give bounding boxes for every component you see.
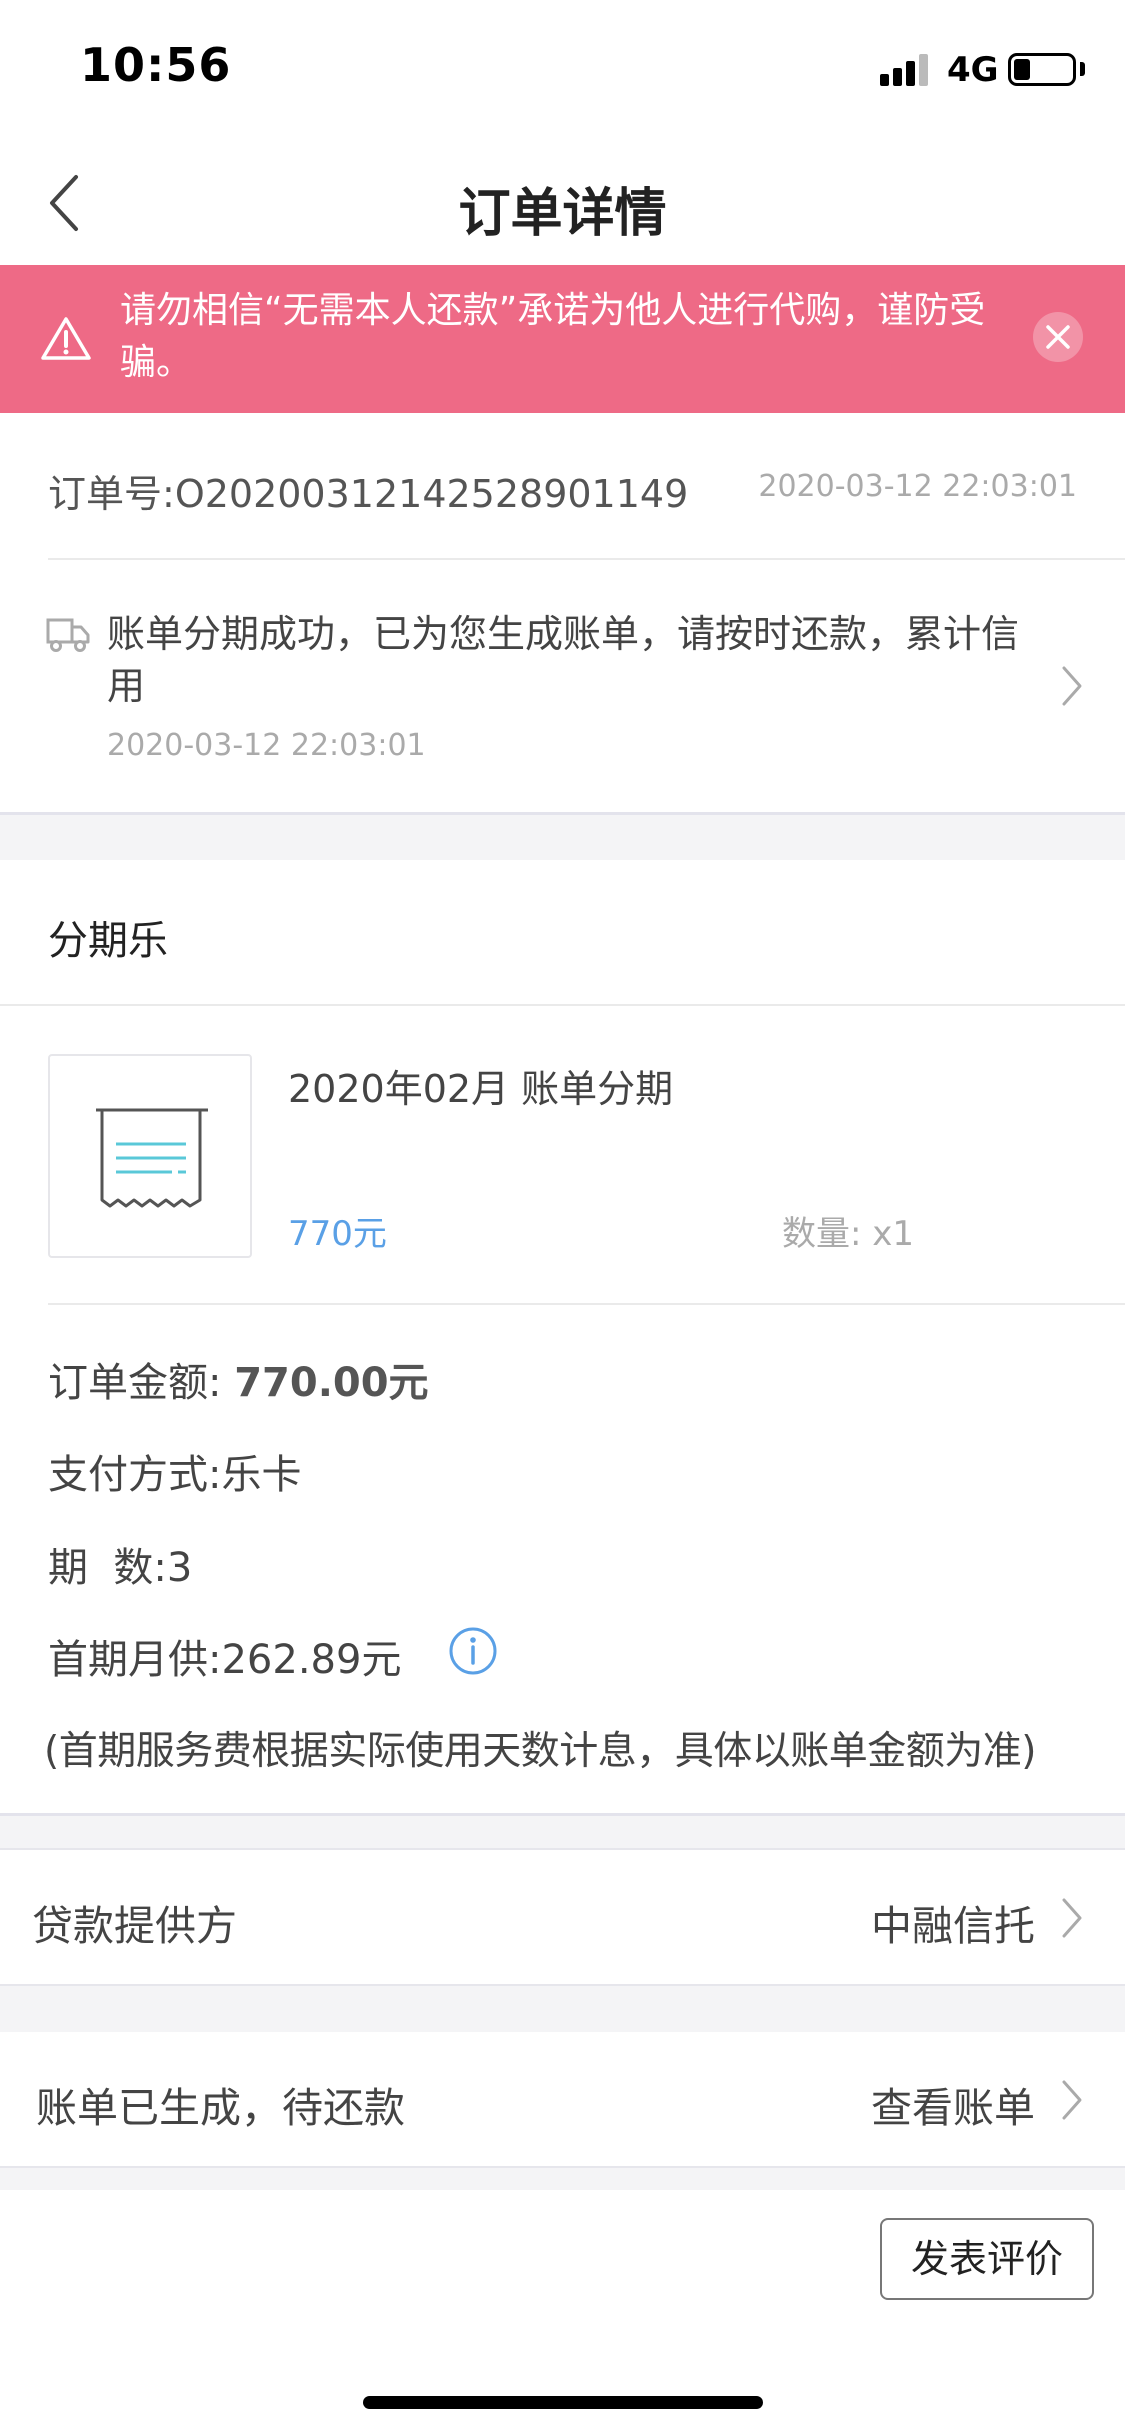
periods-row: 期 数:3: [48, 1535, 192, 1593]
order-number-label: 订单号:: [48, 472, 175, 516]
chevron-right-icon: [1060, 664, 1084, 708]
order-number-row: 订单号:O20200312142528901149 2020-03-12 22:…: [0, 413, 1125, 558]
section-gap: [0, 1986, 1125, 2032]
battery-icon: [1008, 53, 1076, 86]
review-button[interactable]: 发表评价: [880, 2218, 1094, 2300]
section-gap: [0, 2168, 1125, 2190]
view-bill-link[interactable]: 查看账单: [871, 2074, 1035, 2134]
product-thumbnail: [48, 1054, 252, 1258]
section-gap: [0, 815, 1125, 860]
order-time: 2020-03-12 22:03:01: [758, 469, 1077, 504]
status-time: 10:56: [80, 38, 232, 92]
product-item[interactable]: 2020年02月 账单分期 770元 数量: x1: [0, 1006, 1125, 1303]
close-icon[interactable]: [1033, 312, 1083, 362]
order-amount-row: 订单金额: 770.00元: [48, 1350, 429, 1408]
bill-status-row[interactable]: 账单已生成，待还款 查看账单: [0, 2032, 1125, 2166]
chevron-right-icon: [1060, 1896, 1084, 1940]
order-status-row[interactable]: 账单分期成功，已为您生成账单，请按时还款，累计信用 2020-03-12 22:…: [0, 560, 1125, 812]
order-amount-value: 770.00元: [234, 1360, 429, 1406]
nav-bar: 订单详情: [0, 135, 1125, 265]
product-title: 2020年02月 账单分期: [288, 1067, 674, 1111]
warning-text: 请勿相信“无需本人还款”承诺为他人进行代购，谨防受骗。: [120, 290, 986, 383]
periods-value: 3: [166, 1545, 193, 1591]
shop-row: 分期乐: [0, 860, 1125, 1006]
first-payment-label: 首期月供:: [48, 1637, 222, 1683]
order-number-value: O20200312142528901149: [174, 472, 689, 516]
payment-method-label: 支付方式:: [48, 1452, 222, 1498]
periods-label: 期 数:: [48, 1545, 167, 1591]
payment-method-row: 支付方式:乐卡: [48, 1442, 301, 1500]
truck-icon: [46, 614, 90, 654]
section-gap: [0, 1816, 1125, 1850]
status-time: 2020-03-12 22:03:01: [107, 728, 426, 763]
first-payment-value: 262.89元: [221, 1637, 402, 1683]
network-label: 4G: [947, 50, 999, 90]
fraud-warning-banner: 请勿相信“无需本人还款”承诺为他人进行代购，谨防受骗。: [0, 265, 1125, 413]
lender-value: 中融信托: [871, 1902, 1035, 1950]
home-indicator: [363, 2396, 763, 2409]
product-quantity: 数量: x1: [782, 1214, 915, 1254]
order-amount-label: 订单金额:: [48, 1360, 222, 1406]
receipt-icon: [96, 1108, 208, 1208]
battery-tip: [1080, 62, 1085, 76]
info-icon[interactable]: [448, 1626, 498, 1676]
first-payment-row: 首期月供:262.89元: [48, 1627, 401, 1685]
product-price: 770元: [288, 1214, 387, 1254]
lender-row[interactable]: 贷款提供方 中融信托: [0, 1850, 1125, 1984]
chevron-right-icon: [1060, 2078, 1084, 2122]
interest-note: (首期服务费根据实际使用天数计息，具体以账单金额为准): [44, 1729, 1036, 1774]
lender-label: 贷款提供方: [32, 1902, 237, 1950]
status-message: 账单分期成功，已为您生成账单，请按时还款，累计信用: [107, 612, 1020, 708]
bill-status-label: 账单已生成，待还款: [36, 2084, 405, 2132]
order-number: 订单号:O20200312142528901149: [48, 463, 688, 518]
page-title: 订单详情: [458, 184, 667, 244]
status-bar: 10:56 4G: [0, 0, 1125, 135]
shop-name: 分期乐: [48, 918, 168, 964]
signal-icon: [880, 52, 930, 86]
warning-triangle-icon: [40, 315, 92, 361]
payment-method-value: 乐卡: [221, 1452, 302, 1498]
